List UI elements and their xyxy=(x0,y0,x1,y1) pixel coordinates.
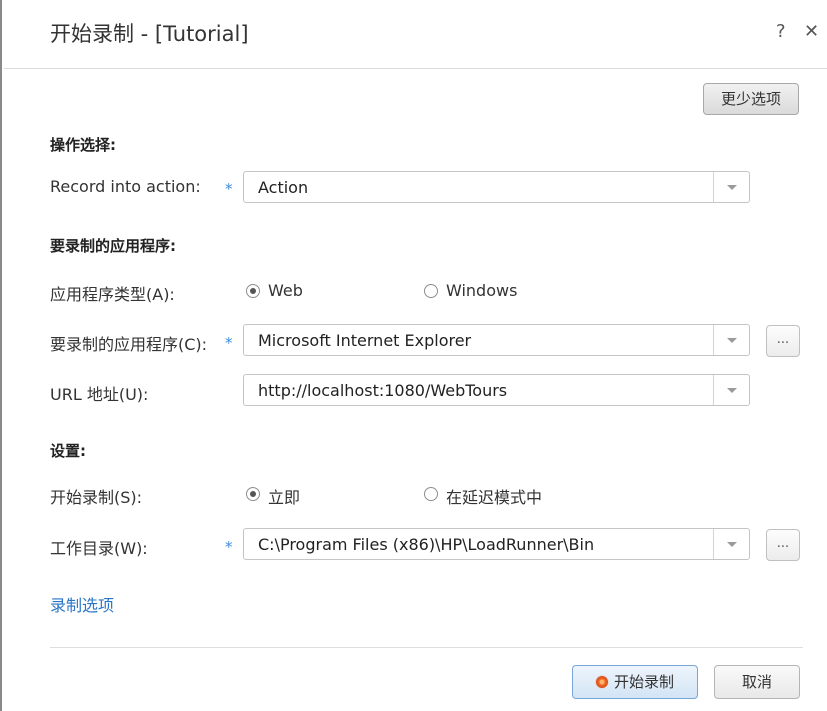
url-value: http://localhost:1080/WebTours xyxy=(258,381,508,400)
chevron-down-icon[interactable] xyxy=(713,375,749,405)
required-marker: * xyxy=(225,334,233,352)
app-type-windows-radio[interactable] xyxy=(424,284,438,298)
record-icon xyxy=(595,676,608,688)
start-delayed-label: 在延迟模式中 xyxy=(446,488,543,507)
app-to-record-combo[interactable]: Microsoft Internet Explorer xyxy=(243,324,750,356)
working-dir-browse-button[interactable]: ... xyxy=(766,529,800,561)
app-type-web-label: Web xyxy=(268,281,303,300)
chevron-down-icon[interactable] xyxy=(713,172,749,202)
app-section-title: 要录制的应用程序: xyxy=(50,237,176,255)
working-dir-combo[interactable]: C:\Program Files (x86)\HP\LoadRunner\Bin xyxy=(243,528,750,560)
operation-section-title: 操作选择: xyxy=(50,136,116,154)
start-delayed-radio[interactable] xyxy=(424,487,438,501)
footer-divider xyxy=(50,647,803,648)
app-to-record-value: Microsoft Internet Explorer xyxy=(258,331,472,350)
url-combo[interactable]: http://localhost:1080/WebTours xyxy=(243,374,750,406)
url-label: URL 地址(U): xyxy=(50,385,149,404)
start-immediately-radio[interactable] xyxy=(246,487,260,501)
chevron-down-icon[interactable] xyxy=(713,529,749,559)
close-icon[interactable]: ✕ xyxy=(804,22,819,42)
start-recording-dialog: 开始录制 - [Tutorial] ? ✕ 更少选项 操作选择: Record … xyxy=(0,0,827,711)
less-options-button[interactable]: 更少选项 xyxy=(703,83,799,115)
start-recording-button[interactable]: 开始录制 xyxy=(572,665,698,699)
title-bar: 开始录制 - [Tutorial] ? ✕ xyxy=(4,0,827,69)
start-recording-button-label: 开始录制 xyxy=(613,673,674,691)
app-type-windows-label: Windows xyxy=(446,281,518,300)
record-into-action-label: Record into action: xyxy=(50,177,201,196)
record-into-action-combo[interactable]: Action xyxy=(243,171,750,203)
question-mark-icon[interactable]: ? xyxy=(776,22,786,42)
settings-section-title: 设置: xyxy=(50,442,86,460)
app-type-label: 应用程序类型(A): xyxy=(50,285,175,304)
app-to-record-label: 要录制的应用程序(C): xyxy=(50,335,208,354)
dialog-title: 开始录制 - [Tutorial] xyxy=(50,22,249,46)
required-marker: * xyxy=(225,180,233,198)
start-recording-label: 开始录制(S): xyxy=(50,488,143,507)
working-dir-value: C:\Program Files (x86)\HP\LoadRunner\Bin xyxy=(258,535,595,554)
record-into-action-value: Action xyxy=(258,178,309,197)
required-marker: * xyxy=(225,538,233,556)
chevron-down-icon[interactable] xyxy=(713,325,749,355)
app-type-web-radio[interactable] xyxy=(246,284,260,298)
recording-options-link[interactable]: 录制选项 xyxy=(50,592,114,616)
app-browse-button[interactable]: ... xyxy=(766,325,800,357)
start-immediately-label: 立即 xyxy=(268,488,301,507)
cancel-button[interactable]: 取消 xyxy=(714,665,800,699)
working-dir-label: 工作目录(W): xyxy=(50,539,148,558)
